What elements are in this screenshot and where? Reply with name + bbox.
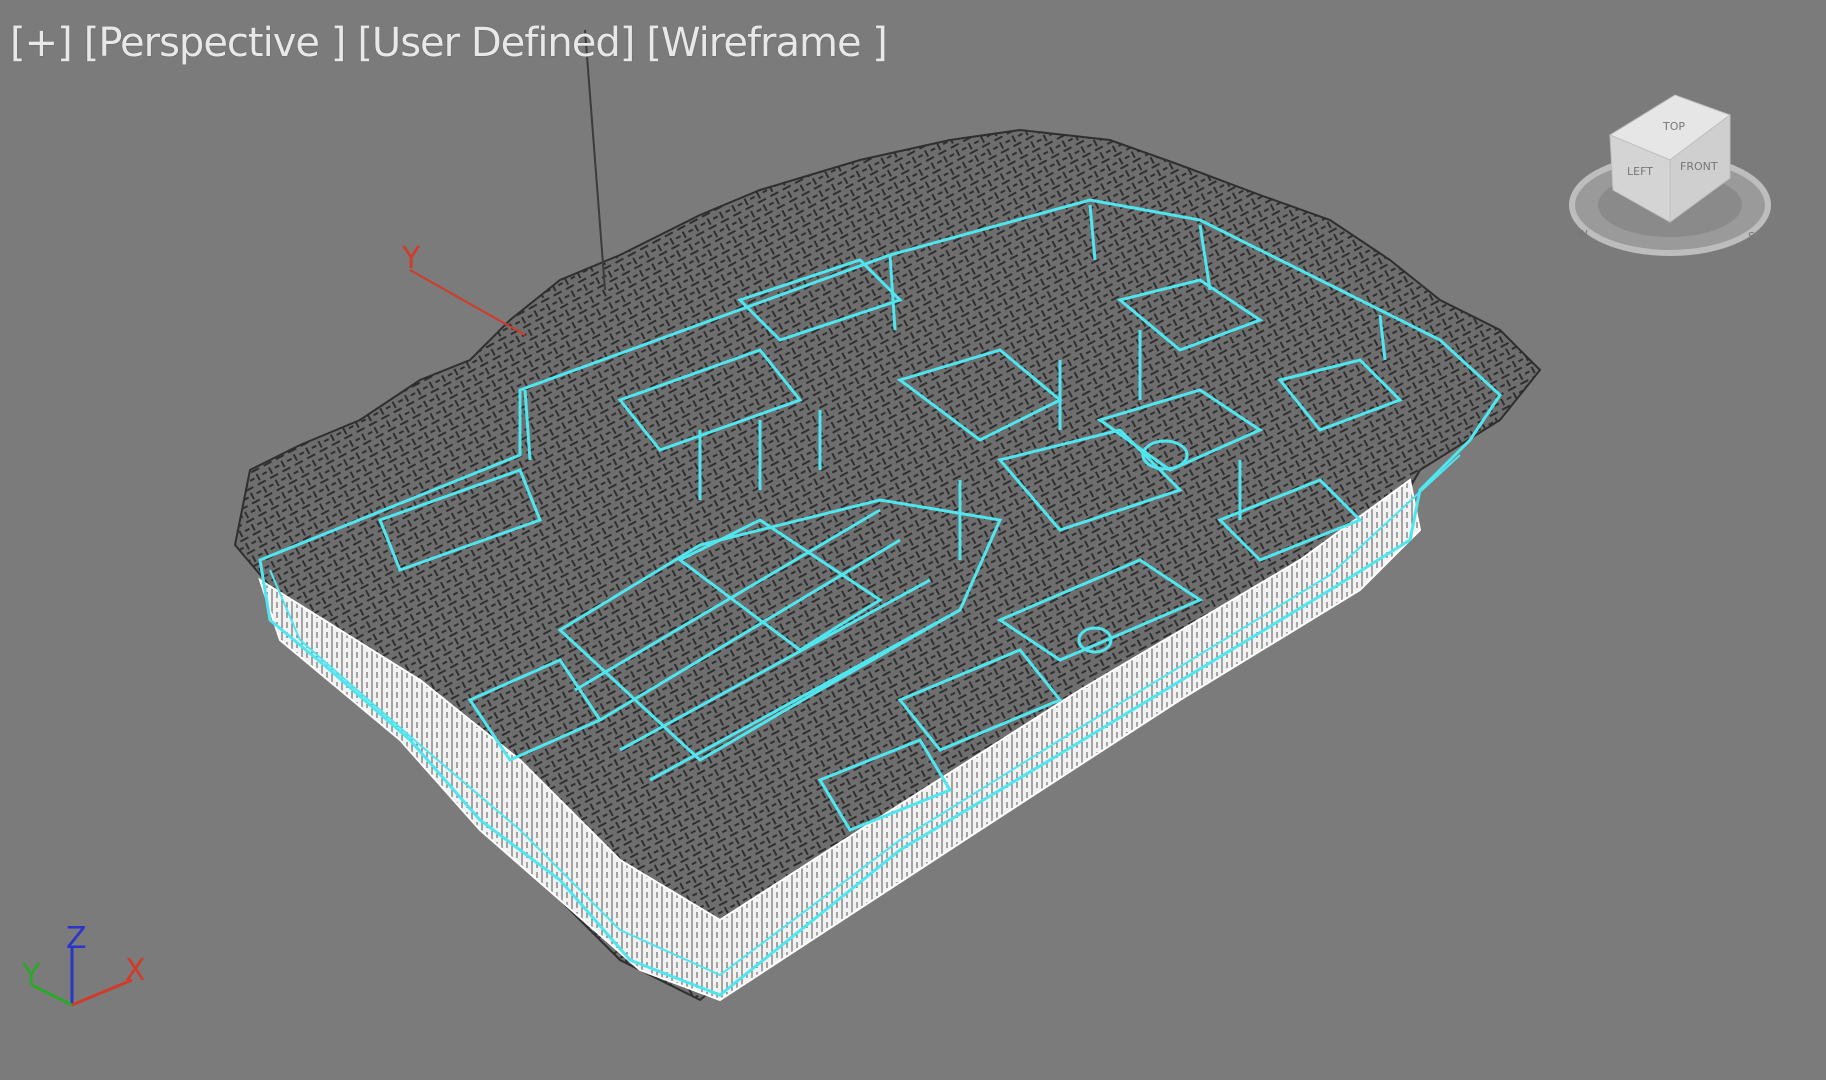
tripod-z-label: Z — [66, 921, 87, 956]
viewcube[interactable]: TOP LEFT FRONT W S — [1565, 90, 1775, 280]
viewport-plus-menu[interactable]: [+] — [10, 20, 73, 66]
tripod-x-label: X — [125, 953, 146, 988]
scene-canvas[interactable]: Y Z Y X — [0, 0, 1826, 1080]
perspective-viewport[interactable]: [+] [Perspective ] [User Defined] [Wiref… — [0, 0, 1826, 1080]
viewport-user-defined-menu[interactable]: [User Defined] — [357, 20, 635, 66]
viewcube-top-label: TOP — [1662, 120, 1685, 133]
world-y-axis-label: Y — [401, 241, 421, 276]
axis-tripod: Z Y X — [21, 921, 146, 1007]
viewport-label-menu: [+] [Perspective ] [User Defined] [Wiref… — [10, 20, 888, 66]
viewport-shading-menu[interactable]: [Wireframe ] — [646, 20, 887, 66]
viewcube-left-label: LEFT — [1627, 165, 1653, 178]
viewcube-ring-s: S — [1748, 230, 1755, 243]
tripod-y-label: Y — [21, 958, 41, 993]
viewcube-front-label: FRONT — [1680, 160, 1718, 173]
viewcube-ring-w: W — [1577, 228, 1588, 241]
viewport-point-of-view-menu[interactable]: [Perspective ] — [84, 20, 347, 66]
